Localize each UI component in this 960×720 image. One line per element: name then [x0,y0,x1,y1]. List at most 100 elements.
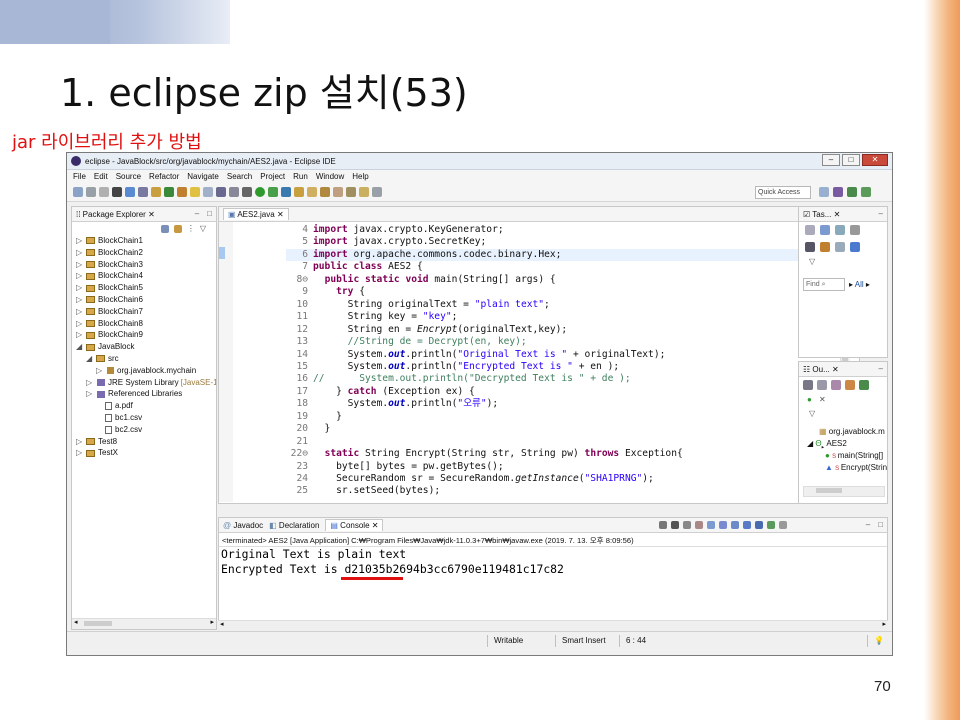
tree-item[interactable]: ▷ BlockChain8 [76,318,143,329]
hide-static-icon[interactable] [845,380,855,390]
console-hscrollbar[interactable]: ◂ ▸ [218,620,888,631]
view-menu-icon[interactable] [850,225,860,235]
debug-icon[interactable] [242,187,252,197]
run-icon[interactable] [255,187,265,197]
chevron-down-icon[interactable]: ▽ [809,409,815,418]
remove-all-icon[interactable] [683,521,691,529]
save-all-icon[interactable] [99,187,109,197]
collapsed-icon[interactable]: ▷ [86,377,94,388]
show-stdout-icon[interactable] [731,521,739,529]
task-find-input[interactable]: Find ⌕ [803,278,845,291]
expanded-icon[interactable]: ◢ [86,353,94,364]
menu-help[interactable]: Help [352,172,368,181]
code-line[interactable]: 7 public class AES2 { [286,261,842,274]
tree-item[interactable]: ▷ BlockChain6 [76,294,143,305]
menu-window[interactable]: Window [316,172,344,181]
hide-fields-icon[interactable] [831,380,841,390]
collapsed-icon[interactable]: ▷ [96,365,104,376]
local-types-icon[interactable]: ✕ [819,395,826,404]
collapsed-icon[interactable]: ▷ [76,318,84,329]
open-type-icon[interactable] [177,187,187,197]
tree-item[interactable]: ▷ BlockChain1 [76,235,143,246]
collapsed-icon[interactable]: ▷ [76,294,84,305]
hide-nonpublic-icon[interactable] [859,380,869,390]
annotation-icon[interactable] [320,187,330,197]
menu-source[interactable]: Source [116,172,141,181]
code-line[interactable]: 9 try { [286,286,842,299]
code-line[interactable]: 11 String key = "key"; [286,311,842,324]
terminate-icon[interactable] [659,521,667,529]
tree-item[interactable]: ▷ Test8 [76,436,117,447]
task-all-filter[interactable]: ▸ All ▸ [849,280,870,289]
pin-console-icon[interactable] [755,521,763,529]
close-tab-icon[interactable]: ✕ [148,210,155,219]
link-editor-icon[interactable] [173,224,182,233]
scroll-left-icon[interactable]: ◂ [220,620,224,628]
show-whitespace-icon[interactable] [203,187,213,197]
tree-item[interactable]: bc2.csv [94,424,142,435]
outline-tab[interactable]: ☷ Ou... ✕ [803,365,839,374]
close-tab-icon[interactable]: ✕ [832,365,839,374]
code-editor[interactable]: 4 import javax.crypto.KeyGenerator; 5 impor… [286,224,852,504]
collapsed-icon[interactable]: ▷ [76,436,84,447]
new-icon[interactable] [73,187,83,197]
collapsed-icon[interactable]: ▷ [76,247,84,258]
code-line[interactable]: 16 // System.out.println("Decrypted Text … [286,373,842,386]
skip-breakpoints-icon[interactable] [138,187,148,197]
outline-hscrollbar[interactable] [803,486,885,497]
display-console-icon[interactable] [767,521,775,529]
horizontal-scrollbar[interactable]: ◂ ▸ [72,618,216,629]
scroll-right-icon[interactable]: ▸ [882,620,886,628]
javadoc-tab[interactable]: @ Javadoc [223,521,263,530]
collapse-all-icon[interactable] [160,224,169,233]
code-line[interactable]: 21 [286,436,842,449]
code-line[interactable]: 23 byte[] bytes = pw.getBytes(); [286,461,842,474]
pilcrow-icon[interactable] [229,187,239,197]
minimize-view-icon[interactable]: – [879,209,883,218]
maximize-button[interactable]: □ [842,154,860,166]
debug-config-icon[interactable] [112,187,122,197]
new-class-icon[interactable] [164,187,174,197]
tree-item[interactable]: ▷ TestX [76,447,118,458]
maximize-view-icon[interactable]: □ [878,520,883,529]
focus-icon[interactable] [805,242,815,252]
scroll-left-icon[interactable]: ◂ [74,618,78,626]
terminal-icon[interactable] [125,187,135,197]
open-console-icon[interactable] [779,521,787,529]
collapse-all-icon[interactable] [803,380,813,390]
collapsed-icon[interactable]: ▷ [86,388,94,399]
menu-refactor[interactable]: Refactor [149,172,179,181]
code-line[interactable]: 6 import org.apache.commons.codec.binary.… [286,248,842,262]
close-tab-icon[interactable]: ✕ [277,210,284,219]
code-line[interactable]: 14 System.out.println("Original Text is … [286,349,842,362]
collapsed-icon[interactable]: ▷ [76,282,84,293]
code-line[interactable]: 25 sr.setSeed(bytes); [286,485,842,498]
schedule-icon[interactable] [850,242,860,252]
green-dot-icon[interactable]: ● [807,395,812,404]
menu-navigate[interactable]: Navigate [187,172,219,181]
tree-item[interactable]: ▷ BlockChain4 [76,270,143,281]
java-perspective-icon[interactable] [847,187,857,197]
word-wrap-icon[interactable] [719,521,727,529]
sort-icon[interactable] [817,380,827,390]
clear-console-icon[interactable] [695,521,703,529]
collapsed-icon[interactable]: ▷ [76,270,84,281]
chevron-down-icon[interactable]: ▽ [200,224,206,233]
outline-method-main[interactable]: ● S main(String[] [825,451,883,460]
outline-method-encrypt[interactable]: ▲ S Encrypt(Strin [825,463,887,472]
quick-access-input[interactable]: Quick Access [755,186,811,199]
new-task-icon[interactable] [805,225,815,235]
code-line[interactable]: 5 import javax.crypto.SecretKey; [286,236,842,249]
minimize-view-icon[interactable]: – [879,364,883,373]
tree-item[interactable]: ◢ JavaBlock [76,341,134,352]
minimize-button[interactable]: – [822,154,840,166]
maximize-view-icon[interactable]: □ [207,209,212,218]
close-tab-icon[interactable]: ✕ [372,521,379,530]
outline-class[interactable]: ◢ Θ▸ AES2 [807,439,847,451]
view-menu-icon[interactable]: ⋮ [187,224,195,233]
code-line[interactable]: 20 } [286,423,842,436]
collapsed-icon[interactable]: ▷ [76,447,84,458]
lightbulb-icon[interactable]: 💡 [867,635,884,647]
toggle-mark-icon[interactable] [190,187,200,197]
tree-item[interactable]: ▷ JRE System Library [JavaSE-1 [86,377,216,388]
